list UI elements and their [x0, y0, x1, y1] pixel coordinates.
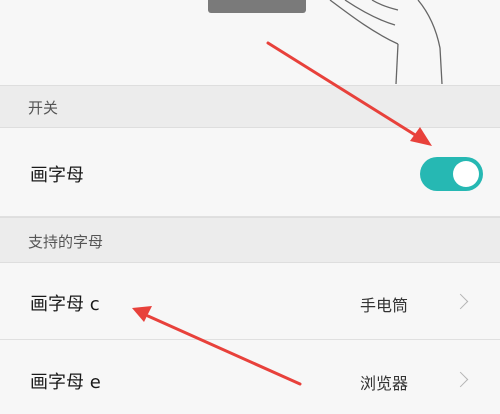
letter-row-c[interactable]: 画字母 c 手电筒 [0, 263, 500, 340]
letter-row-app: 浏览器 [359, 374, 408, 393]
switch-section-header: 开关 [0, 85, 500, 128]
letters-section-title: 支持的字母 [28, 233, 104, 251]
hand-gesture-illustration [329, 0, 443, 85]
letter-row-label: 画字母 c [30, 294, 100, 315]
letters-section-header: 支持的字母 [0, 217, 500, 263]
draw-letter-label: 画字母 [30, 165, 84, 186]
letter-row-label: 画字母 e [30, 372, 101, 393]
chevron-right-icon [452, 371, 469, 388]
gesture-illustration [0, 0, 500, 85]
draw-letter-toggle[interactable] [420, 157, 483, 191]
switch-section-title: 开关 [28, 99, 59, 117]
chevron-right-icon [452, 293, 469, 310]
letter-row-e[interactable]: 画字母 e 浏览器 [0, 340, 500, 414]
letter-row-app: 手电筒 [359, 296, 408, 315]
toggle-knob [453, 161, 479, 187]
